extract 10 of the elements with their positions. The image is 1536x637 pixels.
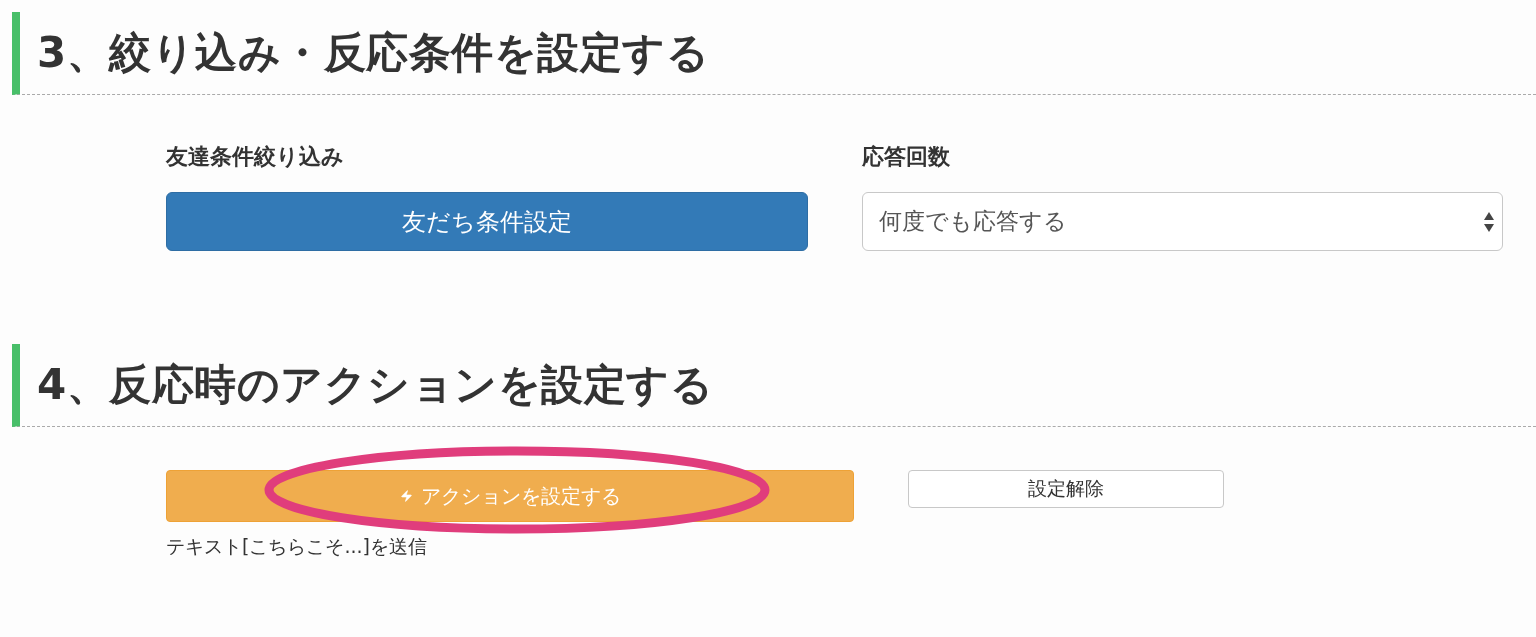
action-summary: テキスト[こちらこそ...]を送信 [166,534,428,558]
clear-setting-button[interactable]: 設定解除 [908,470,1224,508]
select-arrows-icon [1484,211,1494,232]
friend-condition-button[interactable]: 友だち条件設定 [166,192,808,251]
lightning-icon [399,487,413,505]
section-heading: 4、反応時のアクションを設定する [12,344,1536,427]
response-count-select[interactable]: 何度でも応答する [862,192,1503,251]
field-label: 友達条件絞り込み [166,143,345,171]
section-heading: 3、絞り込み・反応条件を設定する [12,12,1536,95]
field-label: 応答回数 [862,143,951,171]
